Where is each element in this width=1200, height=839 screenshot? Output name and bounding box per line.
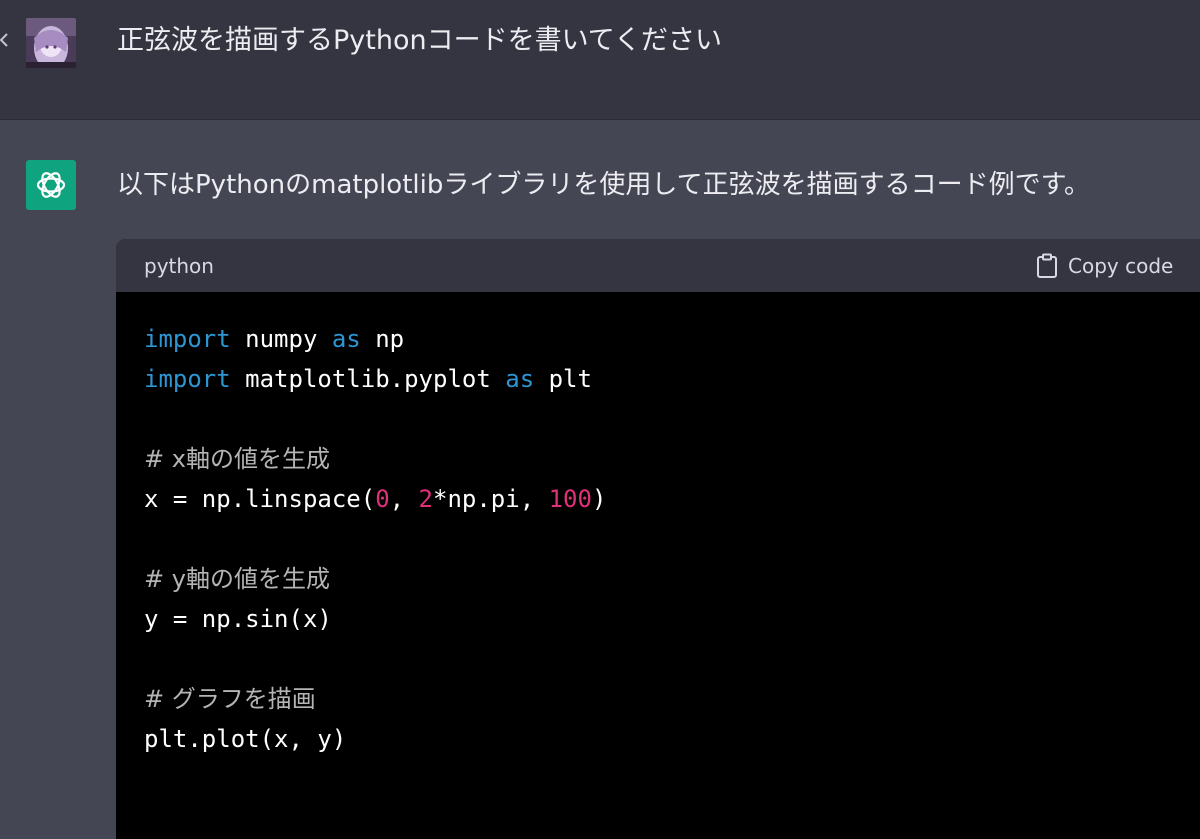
- code-token: y = np.sin(x): [144, 605, 332, 633]
- copy-code-button[interactable]: Copy code: [1036, 251, 1173, 281]
- assistant-message-text: 以下はPythonのmatplotlibライブラリを使用して正弦波を描画するコー…: [117, 170, 1090, 200]
- code-language-label: python: [144, 254, 214, 278]
- code-line: # x軸の値を生成: [144, 439, 606, 479]
- code-keyword: as: [331, 325, 361, 353]
- code-number: 0: [375, 485, 390, 513]
- code-block: python Copy code import numpy as np impor…: [116, 239, 1200, 839]
- clipboard-icon: [1037, 253, 1057, 278]
- code-token: x = np.linspace(: [144, 485, 376, 513]
- assistant-avatar: [26, 160, 76, 210]
- code-comment: # y軸の値を生成: [144, 565, 330, 593]
- code-number: 100: [548, 485, 592, 513]
- assistant-message-row: 以下はPythonのmatplotlibライブラリを使用して正弦波を描画するコー…: [0, 120, 1200, 839]
- code-line: plt.plot(x, y): [144, 719, 606, 759]
- code-token: numpy: [230, 325, 332, 353]
- code-content[interactable]: import numpy as np import matplotlib.pypl…: [144, 319, 606, 799]
- code-line: # グラフを描画: [144, 679, 606, 719]
- code-token: np: [360, 325, 405, 353]
- code-comment: # グラフを描画: [144, 685, 316, 713]
- code-token: matplotlib.pyplot: [230, 365, 506, 393]
- code-keyword: import: [144, 365, 231, 393]
- copy-code-label: Copy code: [1068, 254, 1174, 278]
- user-avatar: [26, 18, 76, 68]
- code-block-header: python Copy code: [116, 239, 1200, 292]
- code-line: y = np.sin(x): [144, 599, 606, 639]
- code-token: *np.pi,: [433, 485, 549, 513]
- user-message-text: 正弦波を描画するPythonコードを書いてください: [117, 25, 722, 56]
- code-token: plt.plot(x, y): [144, 725, 347, 753]
- code-token: plt: [534, 365, 592, 393]
- code-line: import numpy as np: [144, 319, 606, 359]
- code-number: 2: [418, 485, 433, 513]
- user-message-row: 正弦波を描画するPythonコードを書いてください: [0, 0, 1200, 120]
- code-token: ): [591, 485, 607, 513]
- code-line: x = np.linspace(0, 2*np.pi, 100): [144, 479, 606, 519]
- openai-logo-icon: [36, 172, 66, 198]
- user-avatar-image: [26, 18, 76, 68]
- code-token: ,: [389, 485, 419, 513]
- code-keyword: as: [505, 365, 535, 393]
- code-keyword: import: [144, 325, 231, 353]
- chevron-left-icon[interactable]: [0, 33, 8, 47]
- code-line: import matplotlib.pyplot as plt: [144, 359, 606, 399]
- code-comment: # x軸の値を生成: [144, 445, 330, 473]
- code-line: # y軸の値を生成: [144, 559, 606, 599]
